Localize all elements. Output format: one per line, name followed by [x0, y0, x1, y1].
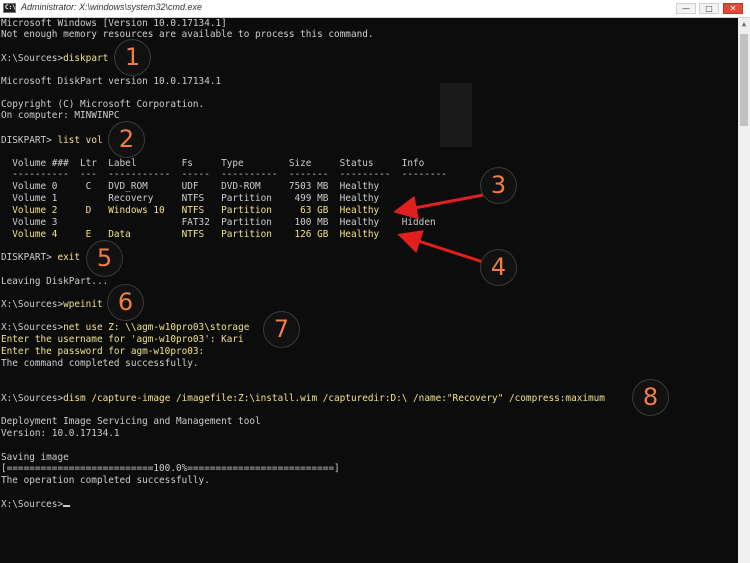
console-line: The command completed successfully. — [1, 358, 199, 369]
window-title: Administrator: X:\windows\system32\cmd.e… — [21, 2, 203, 12]
minimize-button[interactable]: — — [676, 3, 696, 14]
prompt: X:\Sources> — [1, 393, 64, 404]
command-text: net use Z: \\agm-w10pro03\storage — [63, 322, 250, 333]
annotation-badge: 7 — [264, 312, 299, 347]
table-separator: ---------- --- ----------- ----- -------… — [1, 169, 447, 180]
table-row: Volume 1 Recovery NTFS Partition 499 MB … — [1, 193, 380, 204]
console-line: Not enough memory resources are availabl… — [1, 29, 374, 40]
console-output[interactable]: Microsoft Windows [Version 10.0.17134.1]… — [0, 18, 738, 563]
console-line: Enter the username for 'agm-w10pro03': K… — [1, 334, 244, 345]
prompt-line: DISKPART> list vol — [1, 135, 103, 146]
scrollbar-thumb[interactable] — [740, 34, 748, 126]
command-text: wpeinit — [63, 299, 103, 310]
prompt-line: X:\Sources>diskpart — [1, 53, 108, 64]
console-line: Leaving DiskPart... — [1, 276, 109, 287]
prompt-line: X:\Sources>net use Z: \\agm-w10pro03\sto… — [1, 322, 249, 333]
cmd-icon: C:\ — [3, 3, 16, 13]
table-row-highlighted: Volume 4 E Data NTFS Partition 126 GB He… — [1, 229, 380, 240]
console-line: Copyright (C) Microsoft Corporation. — [1, 99, 205, 110]
annotation-badge: 4 — [481, 250, 516, 285]
window-titlebar[interactable]: C:\ Administrator: X:\windows\system32\c… — [0, 0, 750, 18]
console-artifact — [440, 83, 472, 147]
console-line: Enter the password for agm-w10pro03: — [1, 346, 205, 357]
console-line: Microsoft Windows [Version 10.0.17134.1] — [1, 18, 227, 29]
prompt: DISKPART> — [1, 135, 58, 146]
table-row: Volume 3 FAT32 Partition 100 MB Healthy … — [1, 217, 436, 228]
table-row: Volume 0 C DVD_ROM UDF DVD-ROM 7503 MB H… — [1, 181, 380, 192]
vertical-scrollbar[interactable]: ▲ — [738, 18, 750, 563]
console-line: Saving image — [1, 452, 69, 463]
progress-bar-text: [==========================100.0%=======… — [1, 463, 340, 474]
console-line: On computer: MINWINPC — [1, 110, 120, 121]
prompt: X:\Sources> — [1, 322, 64, 333]
prompt: X:\Sources> — [1, 53, 64, 64]
console-line: Deployment Image Servicing and Managemen… — [1, 416, 261, 427]
command-text: dism /capture-image /imagefile:Z:\instal… — [63, 393, 605, 404]
annotation-badge: 3 — [481, 168, 516, 203]
prompt-line: DISKPART> exit — [1, 252, 80, 263]
table-row-highlighted: Volume 2 D Windows 10 NTFS Partition 63 … — [1, 205, 380, 216]
command-text: diskpart — [63, 53, 109, 64]
console-line: Version: 10.0.17134.1 — [1, 428, 120, 439]
scroll-up-icon[interactable]: ▲ — [738, 18, 750, 30]
prompt: X:\Sources> — [1, 499, 64, 510]
maximize-button[interactable]: □ — [699, 3, 719, 14]
annotation-badge: 2 — [109, 122, 144, 157]
prompt: X:\Sources> — [1, 299, 64, 310]
command-text: list vol — [57, 135, 103, 146]
prompt-line: X:\Sources> — [1, 499, 71, 510]
prompt: DISKPART> — [1, 252, 58, 263]
annotation-badge: 5 — [87, 241, 122, 276]
text-cursor — [63, 505, 71, 507]
console-line: Microsoft DiskPart version 10.0.17134.1 — [1, 76, 222, 87]
annotation-badge: 8 — [633, 380, 668, 415]
console-line: The operation completed successfully. — [1, 475, 210, 486]
prompt-line: X:\Sources>wpeinit — [1, 299, 103, 310]
annotation-badge: 1 — [115, 40, 150, 75]
close-button[interactable]: ✕ — [723, 3, 743, 14]
table-header: Volume ### Ltr Label Fs Type Size Status… — [1, 158, 425, 169]
command-text: exit — [57, 252, 81, 263]
prompt-line: X:\Sources>dism /capture-image /imagefil… — [1, 393, 605, 404]
annotation-badge: 6 — [108, 285, 143, 320]
